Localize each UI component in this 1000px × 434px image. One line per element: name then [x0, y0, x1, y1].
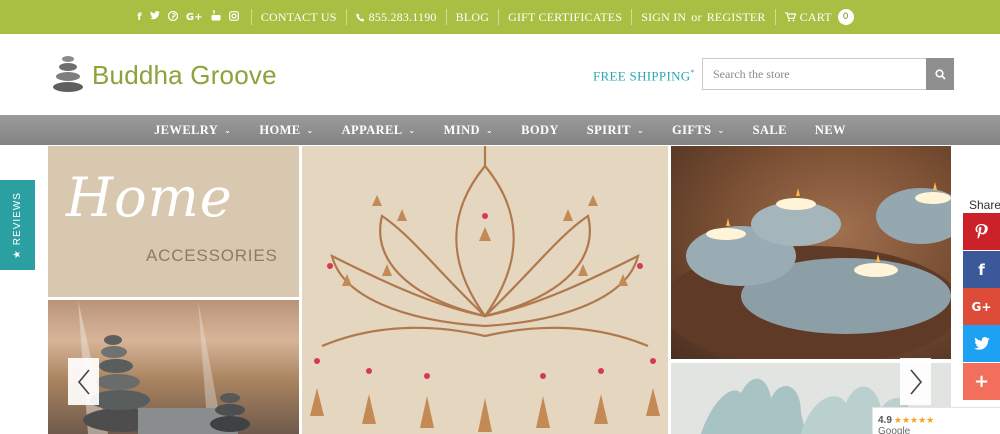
slider-prev-button[interactable] [68, 358, 99, 405]
home-banner-title: Home [66, 166, 233, 229]
share-google-plus-button[interactable]: G+ [963, 288, 1000, 325]
youtube-icon[interactable] [211, 10, 221, 24]
lotus-wind-chime-image[interactable] [302, 146, 668, 434]
search-input[interactable] [702, 58, 926, 90]
gift-certificates-link[interactable]: GIFT CERTIFICATES [499, 9, 633, 25]
cart-link[interactable]: CART 0 [776, 9, 863, 25]
pinterest-icon [975, 223, 988, 239]
chevron-down-icon: ⌄ [717, 125, 725, 135]
nav-item-spirit[interactable]: SPIRIT ⌄ [573, 115, 658, 145]
rating-score: 4.9 [878, 415, 892, 426]
share-label: Share [969, 198, 1000, 212]
facebook-icon[interactable]: f [137, 12, 142, 23]
phone-link[interactable]: 855.283.1190 [347, 9, 447, 25]
rating-stars: ★★★★★ [893, 416, 935, 426]
chevron-down-icon: ⌄ [485, 125, 494, 135]
nav-label: MIND [443, 122, 480, 137]
rating-source: Google [878, 426, 911, 434]
nav-item-jewelry[interactable]: JEWELRY ⌄ [140, 115, 245, 145]
google-plus-icon[interactable]: G+ [186, 12, 203, 23]
twitter-icon[interactable] [149, 11, 160, 23]
instagram-icon[interactable] [228, 10, 239, 24]
nav-item-gifts[interactable]: GIFTS ⌄ [658, 115, 739, 145]
nav-label: HOME [259, 122, 301, 137]
account-links: SIGN IN or REGISTER [632, 9, 776, 25]
nav-item-home[interactable]: HOME ⌄ [245, 115, 327, 145]
brand-name: Buddha Groove [92, 59, 277, 90]
phone-number: 855.283.1190 [368, 9, 437, 24]
search-form [702, 58, 954, 90]
share-twitter-button[interactable] [963, 325, 1000, 362]
chevron-down-icon: ⌄ [224, 125, 232, 135]
or-text: or [691, 9, 702, 24]
chevron-down-icon: ⌄ [408, 125, 416, 135]
blog-link[interactable]: BLOG [447, 9, 500, 25]
slider-next-button[interactable] [900, 358, 931, 405]
home-accessories-banner[interactable]: Home ACCESSORIES [48, 146, 299, 297]
chevron-right-icon [909, 368, 922, 395]
search-button[interactable] [926, 58, 954, 90]
nav-label: GIFTS [672, 122, 712, 137]
search-icon [934, 68, 946, 80]
cart-label: CART [799, 9, 832, 24]
nav-label: NEW [814, 122, 846, 137]
pinterest-icon[interactable] [167, 10, 178, 24]
site-logo[interactable]: Buddha Groove [52, 56, 277, 94]
stone-tealight-candles-image[interactable] [671, 146, 951, 359]
nav-item-mind[interactable]: MIND ⌄ [430, 115, 507, 145]
free-shipping-text: FREE SHIPPING [593, 68, 691, 84]
facebook-icon: f [978, 260, 985, 279]
sign-in-link[interactable]: SIGN IN [641, 10, 686, 25]
free-shipping-asterisk: * [690, 68, 695, 77]
stacked-stones-logo-icon [52, 56, 86, 94]
nav-label: BODY [521, 122, 559, 137]
share-pinterest-button[interactable] [963, 213, 1000, 250]
google-plus-icon: G+ [971, 299, 992, 314]
top-utility-bar: f G+ CONTACT US 855.283.1190 BLOG GIFT C… [0, 0, 1000, 34]
nav-item-apparel[interactable]: APPAREL ⌄ [328, 115, 430, 145]
nav-label: APPAREL [341, 122, 403, 137]
cart-icon [784, 12, 796, 22]
nav-item-new[interactable]: NEW [801, 115, 860, 145]
google-rating-badge[interactable]: 4.9 ★★★★★ Google [872, 407, 1000, 434]
share-more-button[interactable]: + [963, 363, 1000, 400]
nav-item-sale[interactable]: SALE [739, 115, 801, 145]
twitter-icon [973, 336, 990, 350]
chevron-down-icon: ⌄ [306, 125, 314, 135]
social-links: f G+ [137, 9, 252, 25]
chevron-down-icon: ⌄ [636, 125, 644, 135]
nav-item-body[interactable]: BODY [507, 115, 573, 145]
phone-icon [355, 12, 364, 22]
chevron-left-icon [77, 368, 90, 395]
register-link[interactable]: REGISTER [707, 10, 766, 25]
nav-label: SPIRIT [586, 122, 631, 137]
cart-count-badge: 0 [837, 9, 854, 25]
home-banner-subtitle: ACCESSORIES [146, 246, 278, 265]
main-navigation: JEWELRY ⌄ HOME ⌄ APPAREL ⌄ MIND ⌄ BODY SPIRI… [0, 115, 1000, 145]
nav-label: JEWELRY [154, 122, 219, 137]
free-shipping-link[interactable]: FREE SHIPPING* [593, 68, 695, 84]
reviews-tab[interactable]: ★ REVIEWS [0, 180, 35, 270]
share-facebook-button[interactable]: f [963, 251, 1000, 288]
contact-us-link[interactable]: CONTACT US [252, 9, 347, 25]
nav-label: SALE [752, 122, 787, 137]
plus-icon: + [973, 371, 990, 392]
reviews-tab-label: ★ REVIEWS [12, 191, 23, 259]
